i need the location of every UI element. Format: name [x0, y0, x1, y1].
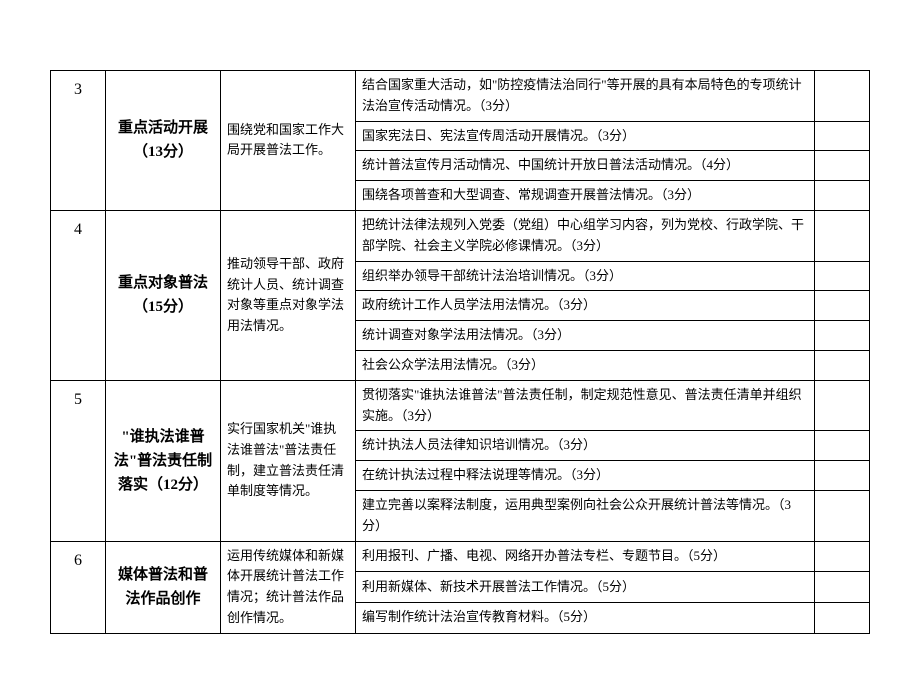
table-row: 5"谁执法谁普法"普法责任制落实（12分）实行国家机关"谁执法谁普法"普法责任制… — [51, 380, 870, 431]
detail-cell: 贯彻落实"谁执法谁普法"普法责任制，制定规范性意见、普法责任清单并组织实施。（3… — [356, 380, 815, 431]
detail-cell: 结合国家重大活动，如"防控疫情法治同行"等开展的具有本局特色的专项统计法治宣传活… — [356, 71, 815, 122]
row-number: 6 — [51, 541, 106, 633]
detail-cell: 统计普法宣传月活动情况、中国统计开放日普法活动情况。（4分） — [356, 151, 815, 181]
detail-cell: 利用报刊、广播、电视、网络开办普法专栏、专题节目。（5分） — [356, 541, 815, 572]
row-number: 5 — [51, 380, 106, 541]
empty-cell — [815, 541, 870, 572]
empty-cell — [815, 572, 870, 603]
empty-cell — [815, 261, 870, 291]
empty-cell — [815, 431, 870, 461]
table-row: 3重点活动开展（13分）围绕党和国家工作大局开展普法工作。结合国家重大活动，如"… — [51, 71, 870, 122]
evaluation-table: 3重点活动开展（13分）围绕党和国家工作大局开展普法工作。结合国家重大活动，如"… — [50, 70, 870, 634]
table-row: 4重点对象普法（15分）推动领导干部、政府统计人员、统计调查对象等重点对象学法用… — [51, 210, 870, 261]
detail-cell: 把统计法律法规列入党委（党组）中心组学习内容，列为党校、行政学院、干部学院、社会… — [356, 210, 815, 261]
row-desc: 运用传统媒体和新媒体开展统计普法工作情况；统计普法作品创作情况。 — [221, 541, 356, 633]
row-desc: 实行国家机关"谁执法谁普法"普法责任制，建立普法责任清单制度等情况。 — [221, 380, 356, 541]
detail-cell: 在统计执法过程中释法说理等情况。（3分） — [356, 461, 815, 491]
table-row: 6媒体普法和普法作品创作运用传统媒体和新媒体开展统计普法工作情况；统计普法作品创… — [51, 541, 870, 572]
row-number: 3 — [51, 71, 106, 211]
detail-cell: 编写制作统计法治宣传教育材料。（5分） — [356, 602, 815, 633]
empty-cell — [815, 602, 870, 633]
detail-cell: 统计调查对象学法用法情况。（3分） — [356, 321, 815, 351]
empty-cell — [815, 121, 870, 151]
detail-cell: 统计执法人员法律知识培训情况。（3分） — [356, 431, 815, 461]
row-title: "谁执法谁普法"普法责任制落实（12分） — [106, 380, 221, 541]
empty-cell — [815, 350, 870, 380]
empty-cell — [815, 490, 870, 541]
empty-cell — [815, 380, 870, 431]
row-title: 媒体普法和普法作品创作 — [106, 541, 221, 633]
empty-cell — [815, 210, 870, 261]
empty-cell — [815, 291, 870, 321]
row-desc: 推动领导干部、政府统计人员、统计调查对象等重点对象学法用法情况。 — [221, 210, 356, 380]
detail-cell: 建立完善以案释法制度，运用典型案例向社会公众开展统计普法等情况。（3分） — [356, 490, 815, 541]
row-number: 4 — [51, 210, 106, 380]
detail-cell: 政府统计工作人员学法用法情况。（3分） — [356, 291, 815, 321]
empty-cell — [815, 321, 870, 351]
detail-cell: 国家宪法日、宪法宣传周活动开展情况。（3分） — [356, 121, 815, 151]
row-desc: 围绕党和国家工作大局开展普法工作。 — [221, 71, 356, 211]
empty-cell — [815, 181, 870, 211]
empty-cell — [815, 151, 870, 181]
empty-cell — [815, 71, 870, 122]
row-title: 重点活动开展（13分） — [106, 71, 221, 211]
detail-cell: 围绕各项普查和大型调查、常规调查开展普法情况。（3分） — [356, 181, 815, 211]
detail-cell: 社会公众学法用法情况。（3分） — [356, 350, 815, 380]
detail-cell: 利用新媒体、新技术开展普法工作情况。（5分） — [356, 572, 815, 603]
empty-cell — [815, 461, 870, 491]
row-title: 重点对象普法（15分） — [106, 210, 221, 380]
detail-cell: 组织举办领导干部统计法治培训情况。（3分） — [356, 261, 815, 291]
